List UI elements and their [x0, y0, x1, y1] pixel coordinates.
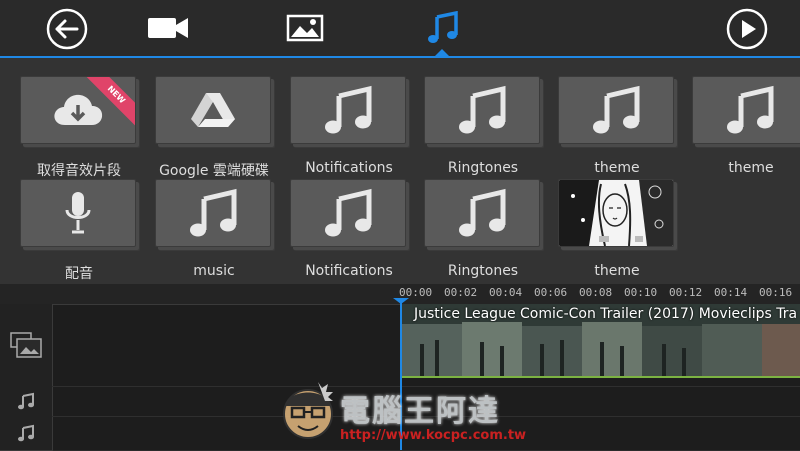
- tab-music[interactable]: [412, 8, 472, 48]
- top-toolbar: [0, 0, 800, 58]
- audio-track-header[interactable]: [0, 416, 53, 451]
- tile-label: Notifications: [305, 263, 393, 279]
- ruler-tick: 00:10: [624, 286, 658, 299]
- play-circle-icon: [726, 8, 768, 50]
- video-clip[interactable]: Justice League Comic-Con Trailer (2017) …: [402, 304, 800, 378]
- tile-notifications[interactable]: Notifications: [290, 179, 408, 279]
- tile-label: theme: [728, 160, 774, 176]
- music-note-icon: [325, 188, 372, 237]
- tile-label: Notifications: [305, 160, 393, 176]
- music-note-icon: [459, 188, 506, 237]
- tile-label: music: [193, 263, 235, 279]
- cloud-download-icon: [54, 94, 103, 125]
- ruler-tick: 00:08: [579, 286, 613, 299]
- tile-ringtones[interactable]: Ringtones: [424, 76, 542, 176]
- ruler-tick: 00:00: [399, 286, 433, 299]
- tile-music[interactable]: music: [155, 179, 273, 279]
- ruler-tick: 00:06: [534, 286, 568, 299]
- mascot-logo: [283, 382, 333, 439]
- tile-label: Ringtones: [447, 263, 519, 279]
- tile-voiceover[interactable]: 配音: [20, 179, 138, 282]
- album-art-thumbnail: [559, 180, 673, 246]
- video-track-icon: [10, 332, 42, 358]
- music-note-icon: [325, 85, 372, 134]
- tile-label: 取得音效片段: [37, 163, 121, 179]
- play-button[interactable]: [726, 8, 768, 50]
- google-drive-icon: [191, 93, 235, 127]
- audio-track-icon: [18, 424, 34, 442]
- tile-label: 配音: [65, 266, 93, 282]
- media-grid: NEW 取得音效片段 Google 雲端硬碟 Notifications Rin…: [0, 58, 800, 284]
- back-button[interactable]: [46, 8, 88, 50]
- watermark-url: http://www.kocpc.com.tw: [340, 428, 527, 443]
- watermark: 電腦王阿達 http://www.kocpc.com.tw: [278, 376, 538, 450]
- tile-get-sound-clips[interactable]: NEW 取得音效片段: [20, 76, 138, 179]
- tab-photo[interactable]: [275, 8, 335, 48]
- tab-video[interactable]: [138, 8, 198, 48]
- clip-title: Justice League Comic-Con Trailer (2017) …: [414, 306, 798, 322]
- ruler-tick: 00:04: [489, 286, 523, 299]
- image-icon: [286, 14, 324, 42]
- ruler-tick: 00:14: [714, 286, 748, 299]
- arrow-left-circle-icon: [46, 8, 88, 50]
- tile-theme[interactable]: theme: [692, 76, 800, 176]
- tile-google-drive[interactable]: Google 雲端硬碟: [155, 76, 273, 179]
- music-note-icon: [727, 85, 774, 134]
- audio-track-header[interactable]: [0, 386, 53, 417]
- music-note-icon: [428, 11, 458, 43]
- tile-notifications[interactable]: Notifications: [290, 76, 408, 176]
- music-note-icon: [593, 85, 640, 134]
- watermark-text: 電腦王阿達: [340, 394, 500, 429]
- microphone-icon: [65, 192, 91, 234]
- tile-label: theme: [594, 263, 640, 279]
- tile-label: theme: [594, 160, 640, 176]
- tile-ringtones[interactable]: Ringtones: [424, 179, 542, 279]
- tile-theme-album[interactable]: theme: [558, 179, 676, 279]
- tile-label: Ringtones: [447, 160, 519, 176]
- tile-label: Google 雲端硬碟: [159, 163, 269, 179]
- video-camera-icon: [148, 18, 188, 38]
- music-note-icon: [459, 85, 506, 134]
- music-note-icon: [190, 188, 237, 237]
- audio-track-icon: [18, 392, 34, 410]
- ruler-tick: 00:16: [759, 286, 793, 299]
- ruler-tick: 00:12: [669, 286, 703, 299]
- tile-theme[interactable]: theme: [558, 76, 676, 176]
- ruler-tick: 00:02: [444, 286, 478, 299]
- video-track-header[interactable]: [0, 304, 53, 387]
